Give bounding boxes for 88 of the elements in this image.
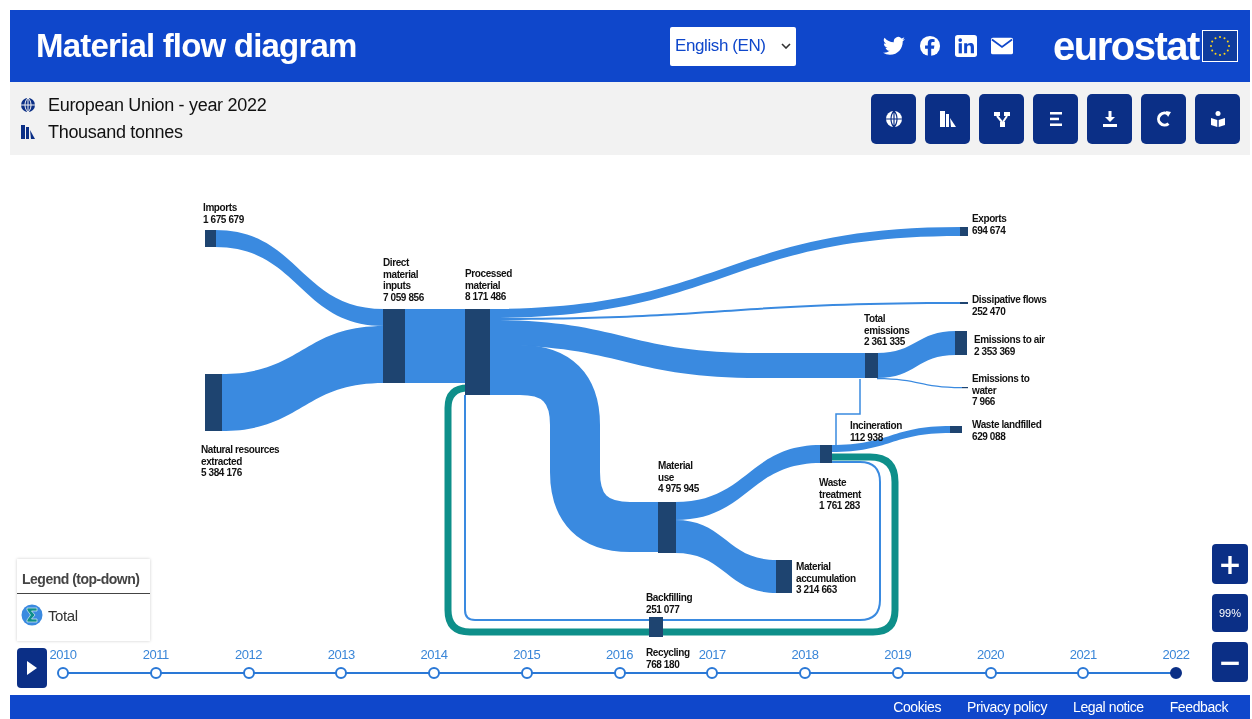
year-marker[interactable] (613, 667, 626, 679)
region-text: European Union - year 2022 (48, 94, 267, 116)
units-button[interactable] (925, 93, 970, 144)
node-label: Waste treatment 1 761 283 (819, 477, 861, 512)
year-marker[interactable] (1170, 667, 1182, 679)
linkedin-icon[interactable] (955, 35, 977, 57)
year-label[interactable]: 2019 (884, 647, 912, 662)
page-title: Material flow diagram (36, 27, 358, 65)
year-label[interactable]: 2014 (420, 647, 448, 662)
node-bar[interactable] (205, 374, 222, 431)
twitter-icon[interactable] (883, 35, 905, 57)
node-label: Incineration 112 938 (850, 420, 902, 443)
list-button[interactable] (1033, 93, 1078, 144)
legend-label: Total (48, 606, 78, 624)
node-label: Emissions to water 7 966 (972, 373, 1030, 408)
node-label: Natural resources extracted 5 384 176 (201, 444, 280, 479)
footer-link[interactable]: Legal notice (1073, 699, 1144, 715)
year-marker[interactable] (242, 667, 255, 679)
year-label[interactable]: 2011 (142, 647, 169, 662)
globe-icon (883, 108, 904, 129)
unit-text: Thousand tonnes (48, 121, 183, 143)
facebook-icon[interactable] (919, 35, 941, 57)
structure-button[interactable] (979, 93, 1024, 144)
year-label[interactable]: 2022 (1162, 647, 1190, 662)
node-bar[interactable] (658, 502, 676, 553)
caret-icon (781, 43, 791, 49)
node-bar[interactable] (960, 227, 968, 236)
footer-link[interactable]: Feedback (1169, 699, 1228, 715)
year-label[interactable]: 2010 (49, 647, 77, 662)
node-bar[interactable] (950, 426, 962, 433)
zoom-out-button[interactable]: − (1212, 642, 1248, 682)
eu-flag-icon (1201, 30, 1238, 62)
year-marker[interactable] (984, 667, 997, 679)
zoom-level: 99% (1212, 594, 1248, 632)
year-label[interactable]: 2012 (235, 647, 262, 662)
year-marker[interactable] (520, 667, 533, 679)
node-bar[interactable] (820, 445, 832, 463)
year-marker[interactable] (799, 667, 811, 679)
sigma-icon (21, 604, 43, 626)
node-bar[interactable] (955, 331, 967, 355)
year-label[interactable]: 2015 (513, 647, 541, 662)
reader-button[interactable] (1195, 93, 1240, 144)
year-marker[interactable] (57, 667, 69, 679)
node-label: Exports 694 674 (972, 213, 1007, 236)
year-marker[interactable] (891, 667, 904, 679)
footer-link[interactable]: Privacy policy (967, 699, 1047, 715)
mail-icon[interactable] (991, 35, 1013, 57)
node-bar[interactable] (865, 353, 878, 378)
node-label: Dissipative flows 252 470 (972, 294, 1047, 317)
node-label: Material accumulation 3 214 663 (796, 561, 856, 596)
books-icon (20, 124, 36, 140)
node-label: Waste landfilled 629 088 (972, 419, 1042, 442)
year-marker[interactable] (428, 667, 440, 679)
globe-button[interactable] (871, 93, 916, 144)
year-label[interactable]: 2018 (791, 647, 819, 662)
legend-title: Legend (top-down) (17, 559, 150, 594)
globe-icon (20, 97, 36, 113)
node-label: Emissions to air 2 353 369 (974, 334, 1045, 357)
node-label: Total emissions 2 361 335 (864, 313, 910, 348)
node-bar[interactable] (776, 560, 792, 593)
zoom-in-button[interactable]: + (1212, 544, 1248, 584)
year-label[interactable]: 2017 (698, 647, 726, 662)
year-marker[interactable] (335, 667, 348, 679)
download-button[interactable] (1087, 93, 1132, 144)
eurostat-logo[interactable]: eurostat (1053, 23, 1199, 69)
node-bar[interactable] (649, 617, 663, 637)
node-label: Material use 4 975 945 (658, 460, 699, 495)
node-bar[interactable] (383, 309, 405, 383)
footer-link[interactable]: Cookies (893, 699, 941, 715)
play-button[interactable] (17, 648, 47, 688)
play-icon (26, 660, 38, 676)
language-select[interactable]: English (EN) (670, 26, 796, 66)
node-label: Backfilling 251 077 (646, 592, 693, 615)
year-label[interactable]: 2016 (606, 647, 633, 662)
year-marker[interactable] (1077, 667, 1090, 679)
books-icon (937, 108, 958, 129)
year-label[interactable]: 2021 (1069, 647, 1097, 662)
year-marker[interactable] (149, 667, 162, 679)
node-bar[interactable] (205, 230, 216, 247)
year-label[interactable]: 2020 (977, 647, 1004, 662)
year-marker[interactable] (706, 667, 719, 679)
node-bar[interactable] (465, 309, 490, 395)
node-label: Processed material 8 171 486 (465, 268, 512, 303)
node-label: Direct material inputs 7 059 856 (383, 257, 424, 303)
reset-button[interactable] (1141, 93, 1186, 144)
node-label: Recycling 768 180 (646, 647, 690, 670)
node-label: Imports 1 675 679 (203, 202, 244, 225)
year-label[interactable]: 2013 (327, 647, 355, 662)
